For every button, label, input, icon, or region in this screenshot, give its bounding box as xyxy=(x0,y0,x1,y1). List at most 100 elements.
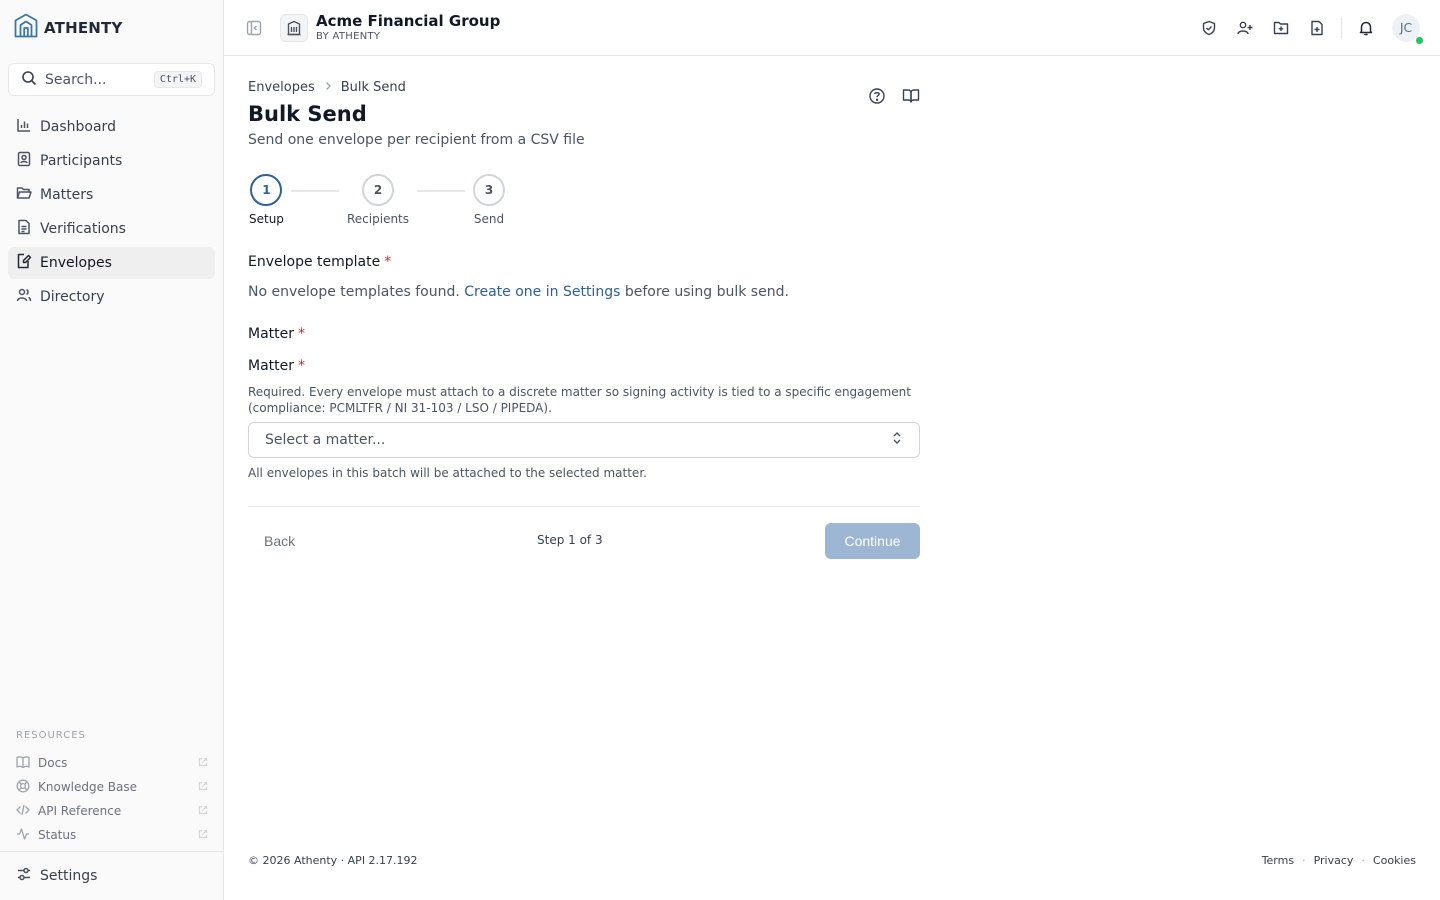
search-input[interactable]: Search... Ctrl+K xyxy=(8,63,215,96)
resource-label: Knowledge Base xyxy=(38,780,137,794)
sidebar-item-dashboard[interactable]: Dashboard xyxy=(8,111,215,143)
matter-select-placeholder: Select a matter... xyxy=(265,432,386,448)
sidebar-item-label: Dashboard xyxy=(40,119,116,135)
no-templates-message: No envelope templates found. Create one … xyxy=(248,284,789,300)
contact-card-icon xyxy=(16,151,32,171)
athenty-logo-icon xyxy=(14,13,38,43)
stepper-connector xyxy=(417,190,465,192)
matter-section-label: Matter * xyxy=(248,326,305,342)
users-icon xyxy=(16,287,32,307)
terms-link[interactable]: Terms xyxy=(1262,854,1294,867)
no-templates-suffix: before using bulk send. xyxy=(624,284,789,300)
step-label: Recipients xyxy=(347,212,410,226)
avatar[interactable]: JC xyxy=(1392,14,1424,45)
step-count: Step 1 of 3 xyxy=(537,533,603,547)
search-shortcut: Ctrl+K xyxy=(153,71,202,88)
no-templates-text: No envelope templates found. xyxy=(248,284,460,300)
sidebar-item-participants[interactable]: Participants xyxy=(8,145,215,177)
folder-open-icon xyxy=(16,185,32,205)
resource-status[interactable]: Status xyxy=(16,823,208,847)
book-open-icon[interactable] xyxy=(902,87,920,109)
privacy-link[interactable]: Privacy xyxy=(1314,854,1354,867)
matter-select[interactable]: Select a matter... xyxy=(248,422,920,458)
sidebar-item-label: Verifications xyxy=(40,221,126,237)
sidebar-nav: Dashboard Participants Matters Verificat… xyxy=(8,111,215,315)
step-setup[interactable]: 1 Setup xyxy=(249,174,284,226)
resources-title: RESOURCES xyxy=(16,730,86,741)
resource-docs[interactable]: Docs xyxy=(16,751,208,775)
shield-check-icon[interactable] xyxy=(1191,14,1227,42)
create-template-link[interactable]: Create one in Settings xyxy=(464,284,620,300)
sidebar-item-verifications[interactable]: Verifications xyxy=(8,213,215,245)
resources-section: RESOURCES Docs Knowledge Base API Refere… xyxy=(16,730,208,847)
top-actions: JC xyxy=(1191,14,1424,45)
brand[interactable]: ATHENTY xyxy=(14,13,123,43)
step-label: Setup xyxy=(249,212,284,226)
activity-icon xyxy=(16,827,30,844)
chevron-right-icon xyxy=(323,80,333,95)
file-plus-icon[interactable] xyxy=(1299,14,1335,42)
document-edit-icon xyxy=(16,253,32,273)
resource-label: Status xyxy=(38,828,77,842)
online-status-indicator xyxy=(1415,36,1424,45)
resource-label: Docs xyxy=(38,756,68,770)
chart-bar-icon xyxy=(16,117,32,137)
copyright: © 2026 Athenty · API 2.17.192 xyxy=(248,854,418,867)
external-link-icon xyxy=(198,780,208,794)
matter-label: Matter * xyxy=(248,358,305,374)
step-recipients[interactable]: 2 Recipients xyxy=(347,174,409,226)
separator: · xyxy=(1361,854,1365,867)
stepper-connector xyxy=(291,190,339,192)
step-number: 1 xyxy=(250,174,283,206)
sidebar: ATHENTY Search... Ctrl+K Dashboard Parti… xyxy=(0,0,224,900)
page-title: Bulk Send xyxy=(248,102,367,126)
continue-button[interactable]: Continue xyxy=(825,523,920,559)
sidebar-item-label: Settings xyxy=(40,868,98,884)
required-mark: * xyxy=(298,326,306,342)
sidebar-item-directory[interactable]: Directory xyxy=(8,281,215,313)
avatar-initials: JC xyxy=(1400,21,1412,35)
sidebar-toggle-icon[interactable] xyxy=(246,20,262,40)
step-send[interactable]: 3 Send xyxy=(473,174,505,226)
topbar: Acme Financial Group BY ATHENTY JC xyxy=(224,0,1440,56)
bell-icon[interactable] xyxy=(1348,14,1384,42)
stepper: 1 Setup 2 Recipients 3 Send xyxy=(248,174,548,234)
folder-plus-icon[interactable] xyxy=(1263,14,1299,42)
sidebar-item-settings[interactable]: Settings xyxy=(0,851,223,900)
brand-name: ATHENTY xyxy=(44,19,123,37)
breadcrumb: Envelopes Bulk Send xyxy=(248,80,406,95)
building-icon[interactable] xyxy=(280,14,308,42)
resource-knowledge-base[interactable]: Knowledge Base xyxy=(16,775,208,799)
search-placeholder: Search... xyxy=(45,71,107,88)
cookies-link[interactable]: Cookies xyxy=(1373,854,1416,867)
external-link-icon xyxy=(198,756,208,770)
step-number: 3 xyxy=(473,174,505,206)
label-text: Matter xyxy=(248,326,295,342)
toolbar-divider xyxy=(1341,17,1342,39)
resource-api-reference[interactable]: API Reference xyxy=(16,799,208,823)
org-subtitle: BY ATHENTY xyxy=(316,31,381,42)
legal-links: Terms · Privacy · Cookies xyxy=(1262,854,1416,867)
page-subtitle: Send one envelope per recipient from a C… xyxy=(248,132,585,148)
chevrons-up-down-icon xyxy=(891,431,903,449)
separator: · xyxy=(1302,854,1306,867)
sidebar-item-label: Directory xyxy=(40,289,105,305)
breadcrumb-current: Bulk Send xyxy=(340,80,406,95)
back-button[interactable]: Back xyxy=(248,523,311,559)
breadcrumb-envelopes[interactable]: Envelopes xyxy=(248,80,315,95)
required-mark: * xyxy=(298,358,306,374)
user-plus-icon[interactable] xyxy=(1227,14,1263,42)
help-circle-icon[interactable] xyxy=(868,87,886,109)
sidebar-item-matters[interactable]: Matters xyxy=(8,179,215,211)
org-name[interactable]: Acme Financial Group xyxy=(316,12,500,30)
lifebuoy-icon xyxy=(16,779,30,796)
code-icon xyxy=(16,803,30,820)
step-number: 2 xyxy=(362,174,394,206)
matter-help-text: Required. Every envelope must attach to … xyxy=(248,385,911,415)
label-text: Envelope template xyxy=(248,254,381,270)
sidebar-item-envelopes[interactable]: Envelopes xyxy=(8,247,215,279)
document-icon xyxy=(16,219,32,239)
resource-label: API Reference xyxy=(38,804,122,818)
step-label: Send xyxy=(473,212,505,226)
external-link-icon xyxy=(198,828,208,842)
